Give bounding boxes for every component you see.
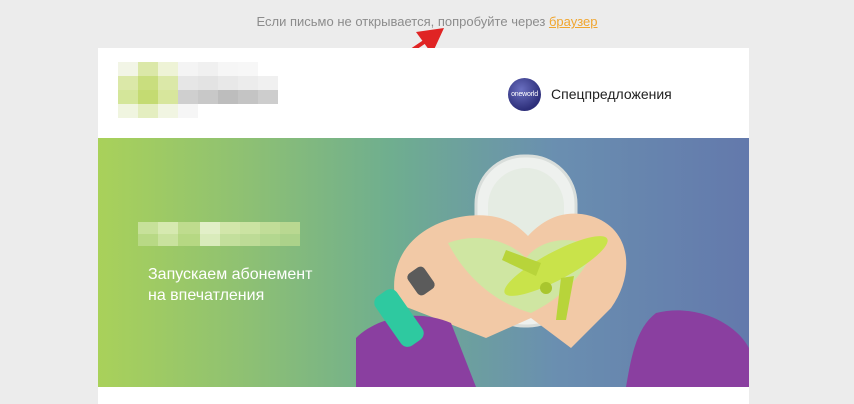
headline-line-2: на впечатления — [148, 287, 265, 304]
email-body-start — [98, 387, 749, 404]
right-sleeve — [626, 310, 749, 387]
pixelated-title — [138, 222, 300, 246]
open-in-browser-link[interactable]: браузер — [549, 14, 598, 29]
oneworld-logo-icon[interactable]: oneworld — [508, 78, 541, 111]
headline-line-1: Запускаем абонемент — [148, 266, 313, 283]
special-offers-link[interactable]: Спецпредложения — [551, 86, 672, 102]
email-header: oneworld Спецпредложения — [98, 48, 749, 138]
banner-headline: Запускаем абонемент на впечатления — [148, 264, 378, 306]
hands-heart-illustration — [356, 154, 749, 387]
email-card: oneworld Спецпредложения Запускаем абоне… — [98, 48, 749, 404]
promo-banner[interactable]: Запускаем абонемент на впечатления — [98, 138, 749, 387]
pixelated-logo — [118, 62, 278, 118]
